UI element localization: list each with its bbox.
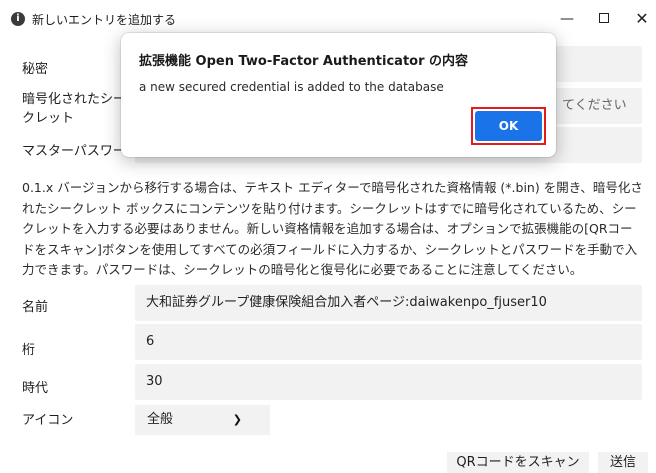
migration-info-text: 0.1.x バージョンから移行する場合は、テキスト エディターで暗号化された資格… bbox=[22, 180, 643, 278]
icon-label: アイコン bbox=[22, 413, 74, 428]
secret-label: 秘密 bbox=[22, 62, 49, 77]
period-label: 時代 bbox=[22, 381, 49, 396]
name-input[interactable]: 大和証券グループ健康保険組合加入者ページ:daiwakenpo_fjuser10 bbox=[135, 285, 642, 321]
icon-select-value: 全般 bbox=[147, 412, 174, 427]
maximize-icon bbox=[599, 13, 609, 23]
maximize-button[interactable] bbox=[590, 6, 618, 32]
ok-button[interactable]: OK bbox=[475, 111, 542, 141]
digits-input[interactable]: 6 bbox=[135, 324, 642, 360]
encrypted-secret-placeholder: てください bbox=[562, 98, 627, 113]
icon-select[interactable]: 全般 ❯ bbox=[135, 405, 270, 435]
chevron-down-icon: ❯ bbox=[232, 413, 242, 426]
extension-alert-dialog: 拡張機能 Open Two-Factor Authenticator の内容 a… bbox=[121, 33, 556, 157]
master-password-label: マスターパスワー bbox=[22, 144, 126, 159]
dialog-message: a new secured credential is added to the… bbox=[139, 80, 444, 94]
name-label: 名前 bbox=[22, 300, 49, 315]
close-button[interactable]: ✕ bbox=[628, 6, 656, 32]
send-button[interactable]: 送信 bbox=[598, 452, 648, 473]
info-circle-icon: i bbox=[11, 12, 25, 26]
window-title: 新しいエントリを追加する bbox=[32, 13, 177, 27]
period-input[interactable]: 30 bbox=[135, 364, 642, 400]
dialog-title: 拡張機能 Open Two-Factor Authenticator の内容 bbox=[139, 54, 469, 69]
digits-label: 桁 bbox=[22, 343, 36, 358]
scan-qr-button[interactable]: QRコードをスキャン bbox=[447, 452, 589, 473]
encrypted-secret-label: 暗号化されたシークレット bbox=[22, 92, 127, 126]
minimize-button[interactable]: — bbox=[553, 6, 581, 32]
